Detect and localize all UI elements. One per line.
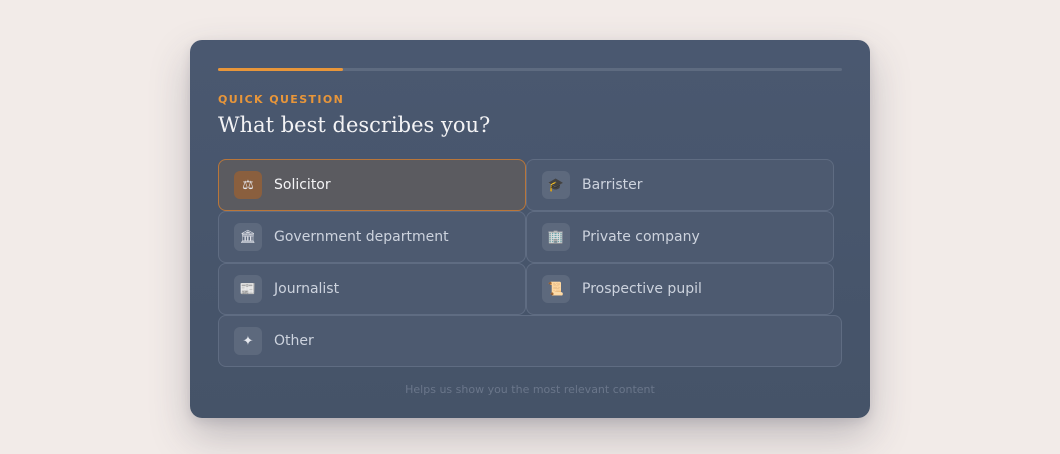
classical-building-icon: 🏛 (234, 223, 262, 251)
option-label: Other (274, 333, 314, 349)
option-journalist[interactable]: 📰 Journalist (218, 263, 526, 315)
helper-text: Helps us show you the most relevant cont… (405, 383, 655, 396)
question-title: What best describes you? (218, 113, 491, 137)
eyebrow-label: QUICK QUESTION (218, 93, 345, 106)
option-label: Prospective pupil (582, 281, 702, 297)
option-label: Barrister (582, 177, 643, 193)
option-barrister[interactable]: 🎓 Barrister (526, 159, 834, 211)
option-solicitor[interactable]: ⚖ Solicitor (218, 159, 526, 211)
question-card: QUICK QUESTION What best describes you? … (190, 40, 870, 418)
scroll-icon: 📜 (542, 275, 570, 303)
office-building-icon: 🏢 (542, 223, 570, 251)
option-private-company[interactable]: 🏢 Private company (526, 211, 834, 263)
progress-fill (218, 68, 343, 71)
option-other[interactable]: ✦ Other (218, 315, 842, 367)
graduation-cap-icon: 🎓 (542, 171, 570, 199)
option-government-department[interactable]: 🏛 Government department (218, 211, 526, 263)
newspaper-icon: 📰 (234, 275, 262, 303)
option-label: Solicitor (274, 177, 331, 193)
progress-bar (218, 68, 842, 71)
scales-icon: ⚖ (234, 171, 262, 199)
option-label: Government department (274, 229, 449, 245)
option-label: Private company (582, 229, 700, 245)
sparkle-icon: ✦ (234, 327, 262, 355)
option-prospective-pupil[interactable]: 📜 Prospective pupil (526, 263, 834, 315)
option-label: Journalist (274, 281, 340, 297)
